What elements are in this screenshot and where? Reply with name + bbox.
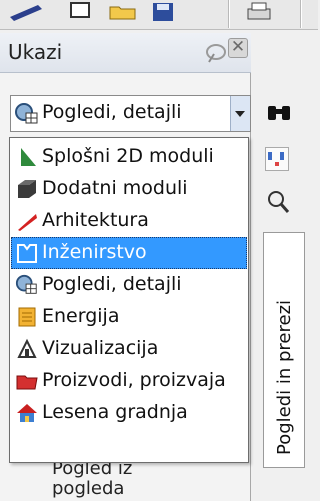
layout-grid-icon[interactable] bbox=[265, 147, 289, 171]
dropdown-item-label: Splošni 2D moduli bbox=[42, 145, 214, 167]
visualization-icon bbox=[17, 338, 37, 358]
dropdown-item-label: Pogledi, detajli bbox=[42, 273, 182, 295]
dropdown-item-label: Dodatni moduli bbox=[42, 177, 188, 199]
palette-item-label: pogleda bbox=[52, 478, 125, 499]
pencil-icon[interactable] bbox=[4, 1, 48, 25]
close-icon[interactable]: ✕ bbox=[228, 38, 248, 58]
print-icon[interactable] bbox=[244, 1, 276, 25]
views-details-icon bbox=[15, 274, 37, 294]
energy-icon bbox=[18, 307, 36, 327]
save-icon[interactable] bbox=[148, 1, 178, 25]
dropdown-item-label: Inženirstvo bbox=[42, 241, 147, 263]
general-2d-icon bbox=[21, 148, 36, 166]
additional-modules-icon bbox=[18, 180, 36, 198]
combobox-selected-value: Pogledi, detajli bbox=[42, 101, 182, 123]
folder-icon[interactable] bbox=[107, 1, 139, 25]
binoculars-icon[interactable] bbox=[265, 98, 293, 126]
zoom-icon[interactable] bbox=[265, 188, 291, 216]
dropdown-item-label: Energija bbox=[42, 305, 120, 327]
views-details-icon bbox=[15, 103, 38, 124]
square-icon[interactable] bbox=[66, 1, 96, 25]
architecture-icon bbox=[18, 214, 37, 231]
dropdown-item-label: Vizualizacija bbox=[42, 337, 159, 359]
palette-title: Ukazi bbox=[8, 40, 63, 64]
engineering-icon bbox=[17, 244, 37, 263]
toolbar-separator bbox=[228, 0, 230, 28]
layout-grid-glyph bbox=[268, 152, 284, 166]
chevron-down-icon bbox=[235, 111, 245, 117]
pin-icon[interactable] bbox=[203, 40, 229, 66]
products-icon bbox=[16, 375, 38, 390]
toolbar-separator bbox=[300, 0, 302, 28]
vertical-tab-label: Pogledi in prerezi bbox=[274, 299, 295, 455]
dropdown-item-label: Lesena gradnja bbox=[42, 401, 188, 423]
timber-construction-icon bbox=[17, 404, 37, 422]
dropdown-item-label: Proizvodi, proizvaja bbox=[42, 369, 226, 391]
dropdown-item-label: Arhitektura bbox=[42, 209, 149, 231]
